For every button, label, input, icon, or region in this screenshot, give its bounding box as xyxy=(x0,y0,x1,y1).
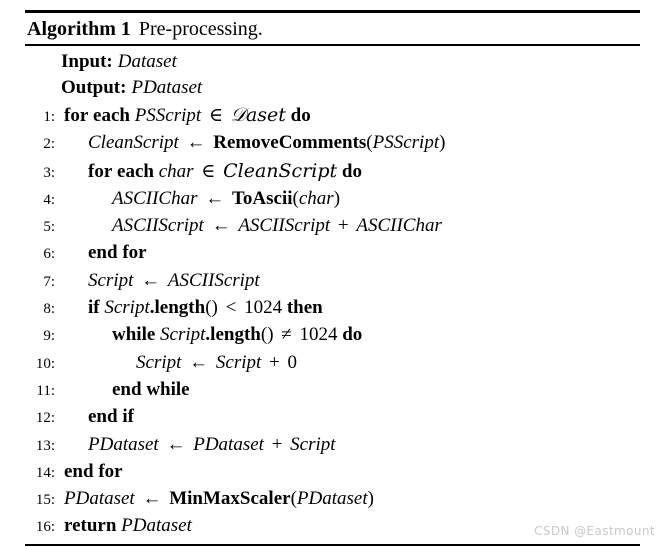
line-code: Script ← Script + 0 xyxy=(136,351,297,373)
line-code: end for xyxy=(88,242,147,264)
algorithm-block: Algorithm 1 Pre-processing. Input: Dataset… xyxy=(25,10,640,546)
algorithm-line: 8: if Script.length() < 1024 then xyxy=(25,295,640,322)
algorithm-lines: 1: for each PSScript ∈ 𝒟aset do 2: CleanScr… xyxy=(25,101,640,541)
algorithm-line: 4: ASCIIChar ← ToAscii(char) xyxy=(25,186,640,213)
line-number: 12: xyxy=(35,410,55,427)
algorithm-line: 7: Script ← ASCIIScript xyxy=(25,268,640,295)
line-code: PDataset ← PDataset + Script xyxy=(88,433,336,455)
line-number: 15: xyxy=(35,492,55,509)
line-number: 3: xyxy=(43,164,55,181)
line-number: 14: xyxy=(35,464,55,481)
algorithm-line: 9: while Script.length() ≠ 1024 do xyxy=(25,322,640,349)
rule-bottom xyxy=(25,543,640,546)
algorithm-line: 5: ASCIIScript ← ASCIIScript + ASCIIChar xyxy=(25,213,640,240)
io-value-input: Dataset xyxy=(117,51,177,72)
line-code: return PDataset xyxy=(64,515,192,537)
line-code: for each PSScript ∈ 𝒟aset do xyxy=(64,104,311,126)
algorithm-title-label: Algorithm 1 xyxy=(27,18,131,40)
algorithm-line: 15: PDataset ← MinMaxScaler(PDataset) xyxy=(25,486,640,513)
line-code: ASCIIChar ← ToAscii(char) xyxy=(112,187,341,209)
line-code: end for xyxy=(64,460,123,482)
algorithm-line: 13: PDataset ← PDataset + Script xyxy=(25,432,640,459)
line-number: 8: xyxy=(43,301,55,318)
line-number: 13: xyxy=(35,437,55,454)
line-number: 4: xyxy=(43,191,55,208)
io-row-output: Output: PDataset xyxy=(25,75,640,101)
io-key-input: Input: xyxy=(61,51,113,72)
algorithm-line: 11: end while xyxy=(25,377,640,404)
io-value-output: PDataset xyxy=(131,77,203,98)
io-row-input: Input: Dataset xyxy=(25,49,640,75)
io-block: Input: Dataset Output: PDataset xyxy=(25,46,640,101)
line-number: 1: xyxy=(43,109,55,125)
line-number: 7: xyxy=(43,273,55,290)
line-code: for each char ∈ CleanScript do xyxy=(88,159,362,182)
line-code: end while xyxy=(112,378,190,400)
line-number: 9: xyxy=(43,328,55,345)
algorithm-line: 6: end for xyxy=(25,240,640,267)
line-number: 11: xyxy=(36,382,55,399)
line-code: if Script.length() < 1024 then xyxy=(88,297,323,319)
line-code: PDataset ← MinMaxScaler(PDataset) xyxy=(64,488,374,510)
algorithm-line: 1: for each PSScript ∈ 𝒟aset do xyxy=(25,102,640,130)
algorithm-line: 2: CleanScript ← RemoveComments(PSScript) xyxy=(25,130,640,157)
watermark: CSDN @Eastmount xyxy=(534,524,655,538)
line-code: ASCIIScript ← ASCIIScript + ASCIIChar xyxy=(112,215,442,237)
algorithm-line: 3: for each char ∈ CleanScript do xyxy=(25,158,640,186)
algorithm-title-caption: Pre-processing. xyxy=(138,18,263,40)
algorithm-line: 12: end if xyxy=(25,404,640,431)
line-code: Script ← ASCIIScript xyxy=(88,269,260,291)
line-number: 16: xyxy=(35,519,55,536)
io-key-output: Output: xyxy=(61,77,127,98)
line-number: 6: xyxy=(43,246,55,263)
line-code: while Script.length() ≠ 1024 do xyxy=(112,324,363,346)
algorithm-line: 10: Script ← Script + 0 xyxy=(25,350,640,377)
line-code: end if xyxy=(88,406,134,428)
line-number: 10: xyxy=(35,355,55,372)
algorithm-title: Algorithm 1 Pre-processing. xyxy=(25,13,640,44)
algorithm-line: 14: end for xyxy=(25,459,640,486)
line-number: 2: xyxy=(43,136,55,153)
line-code: CleanScript ← RemoveComments(PSScript) xyxy=(88,132,446,154)
line-number: 5: xyxy=(43,219,55,236)
